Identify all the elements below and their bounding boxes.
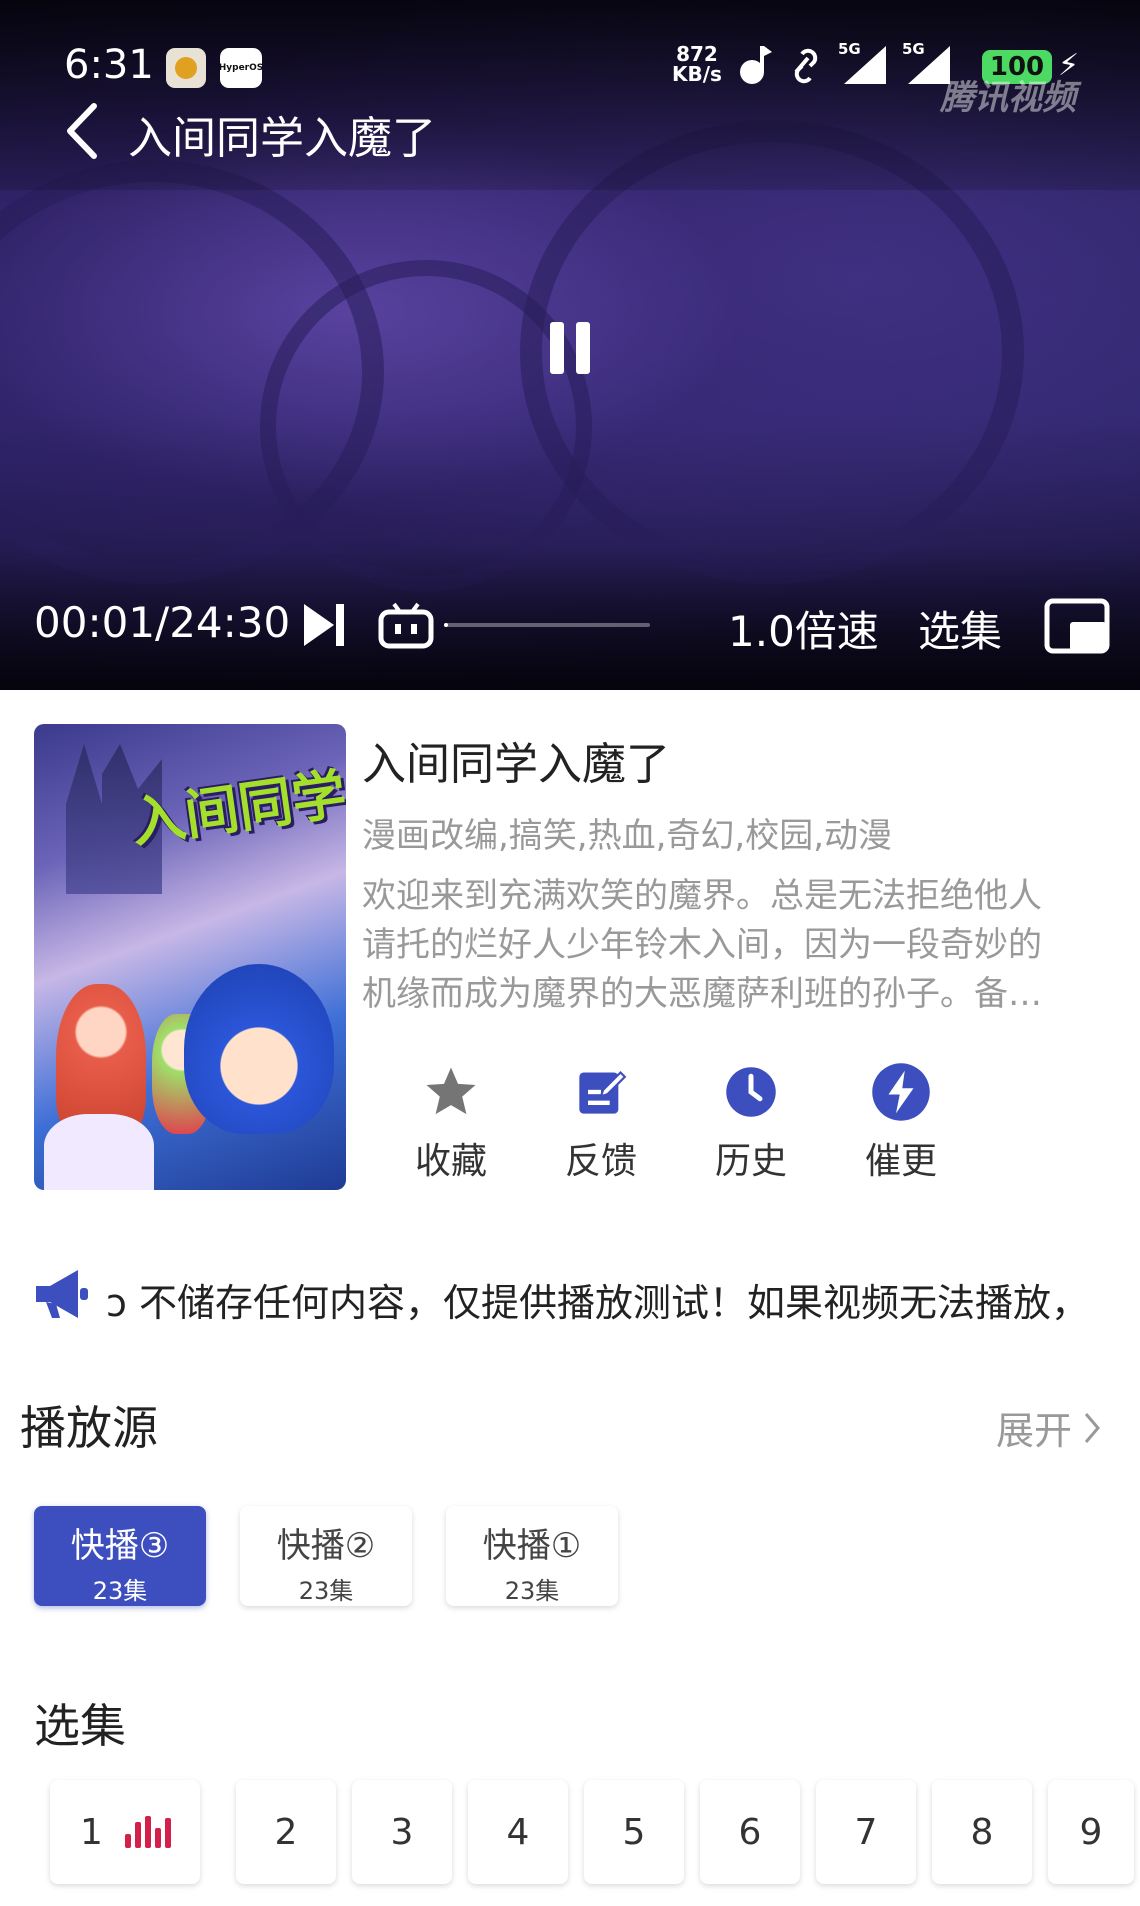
video-frame-decoration <box>260 260 592 592</box>
episode-number: 9 <box>1079 1811 1103 1853</box>
signal-1-label: 5G <box>838 40 861 58</box>
action-label: 历史 <box>714 1141 787 1182</box>
feedback-button[interactable]: 反馈 <box>526 1062 676 1184</box>
source-count: 23集 <box>504 1577 560 1605</box>
notice-marquee: ɔ 不储存任何内容，仅提供播放测试！如果视频无法播放， <box>106 1281 1089 1325</box>
description-line: 请托的烂好人少年铃木入间，因为一段奇妙的 <box>362 925 1042 965</box>
action-label: 反馈 <box>564 1141 637 1182</box>
playback-speed-button[interactable]: 1.0倍速 <box>728 598 879 659</box>
headphone-icon <box>740 46 772 84</box>
episode-number: 8 <box>970 1811 994 1853</box>
link-icon <box>794 48 818 84</box>
source-name: 快播② <box>276 1526 376 1566</box>
action-label: 催更 <box>864 1141 937 1182</box>
action-label: 收藏 <box>414 1141 487 1182</box>
show-description[interactable]: 欢迎来到充满欢笑的魔界。总是无法拒绝他人 请托的烂好人少年铃木入间，因为一段奇妙… <box>362 872 1112 1019</box>
pause-icon-bar <box>576 322 590 374</box>
episode-button[interactable]: 3 <box>352 1780 452 1884</box>
hyperos-icon: HyperOS <box>219 48 263 88</box>
network-speed-value: 872 <box>676 42 718 66</box>
action-bar: 收藏 反馈 历史 催更 <box>376 1062 976 1184</box>
episode-button[interactable]: 6 <box>700 1780 800 1884</box>
signal-2-label: 5G <box>902 40 925 58</box>
back-button[interactable] <box>60 100 106 162</box>
player-controls: 00:01/24:30 1.0倍速 选集 <box>0 590 1140 660</box>
pause-icon-bar <box>550 322 564 374</box>
status-icons: 5G 5G <box>738 40 952 86</box>
progress-fill <box>444 623 449 627</box>
video-title: 入间同学入魔了 <box>128 113 436 164</box>
episode-number: 3 <box>390 1811 414 1853</box>
show-title: 入间同学入魔了 <box>362 739 670 790</box>
episode-button[interactable]: 8 <box>932 1780 1032 1884</box>
network-speed-unit: KB/s <box>672 62 722 86</box>
episodes-button[interactable]: 选集 <box>918 598 1002 659</box>
episodes-title: 选集 <box>34 1699 126 1753</box>
brand-watermark: 腾讯视频 <box>940 78 1076 118</box>
episode-number: 2 <box>274 1811 298 1853</box>
episode-number: 1 <box>80 1811 103 1853</box>
episode-number: 5 <box>622 1811 646 1853</box>
source-count: 23集 <box>298 1577 354 1605</box>
episode-button[interactable]: 4 <box>468 1780 568 1884</box>
episode-number: 6 <box>738 1811 762 1853</box>
sources-title: 播放源 <box>20 1401 158 1455</box>
back-arrow-icon <box>67 103 97 159</box>
source-option[interactable]: 快播② 23集 <box>240 1506 412 1606</box>
episode-number: 4 <box>506 1811 530 1853</box>
network-speed: 872 KB/s <box>672 44 722 84</box>
now-playing-icon <box>124 1816 171 1848</box>
expand-label: 展开 <box>996 1409 1073 1453</box>
time-display: 00:01/24:30 <box>34 598 291 647</box>
show-poster: 入间同学 <box>34 724 346 1190</box>
description-line: 机缘而成为魔界的大恶魔萨利班的孙子。备… <box>362 974 1042 1014</box>
signal-1-icon: 5G <box>838 40 888 86</box>
danmaku-toggle-button[interactable] <box>378 602 434 650</box>
picture-in-picture-button[interactable] <box>1044 598 1110 654</box>
expand-sources-button[interactable]: 展开 <box>996 1400 1102 1455</box>
source-name: 快播③ <box>70 1526 170 1566</box>
video-player[interactable]: 6:31 HyperOS 872 KB/s 5G 5G 100 ⚡ 腾讯视频 入… <box>0 0 1140 690</box>
urge-update-button[interactable]: 催更 <box>826 1062 976 1184</box>
favorite-button[interactable]: 收藏 <box>376 1062 526 1184</box>
pause-button[interactable] <box>550 322 594 374</box>
megaphone-icon <box>36 1270 88 1318</box>
episode-number: 7 <box>854 1811 878 1853</box>
episode-button[interactable]: 2 <box>236 1780 336 1884</box>
star-icon <box>421 1062 481 1122</box>
next-episode-button[interactable] <box>302 602 348 648</box>
episode-button[interactable]: 7 <box>816 1780 916 1884</box>
app-notification-icon <box>166 48 206 88</box>
history-button[interactable]: 历史 <box>676 1062 826 1184</box>
clock-icon <box>721 1062 781 1122</box>
poster-character <box>184 964 334 1134</box>
bolt-icon <box>871 1062 931 1122</box>
feedback-icon <box>571 1062 631 1122</box>
source-option[interactable]: 快播③ 23集 <box>34 1506 206 1606</box>
chevron-right-icon <box>1084 1412 1100 1443</box>
episode-button[interactable]: 9 <box>1048 1780 1134 1884</box>
status-time: 6:31 <box>64 42 154 88</box>
source-option[interactable]: 快播① 23集 <box>446 1506 618 1606</box>
episode-button[interactable]: 1 <box>50 1780 200 1884</box>
source-name: 快播① <box>482 1526 582 1566</box>
episode-button[interactable]: 5 <box>584 1780 684 1884</box>
show-tags: 漫画改编,搞笑,热血,奇幻,校园,动漫 <box>362 816 893 856</box>
source-count: 23集 <box>92 1577 148 1605</box>
description-line: 欢迎来到充满欢笑的魔界。总是无法拒绝他人 <box>362 876 1042 916</box>
progress-bar[interactable] <box>444 623 650 627</box>
poster-character <box>44 1114 154 1190</box>
